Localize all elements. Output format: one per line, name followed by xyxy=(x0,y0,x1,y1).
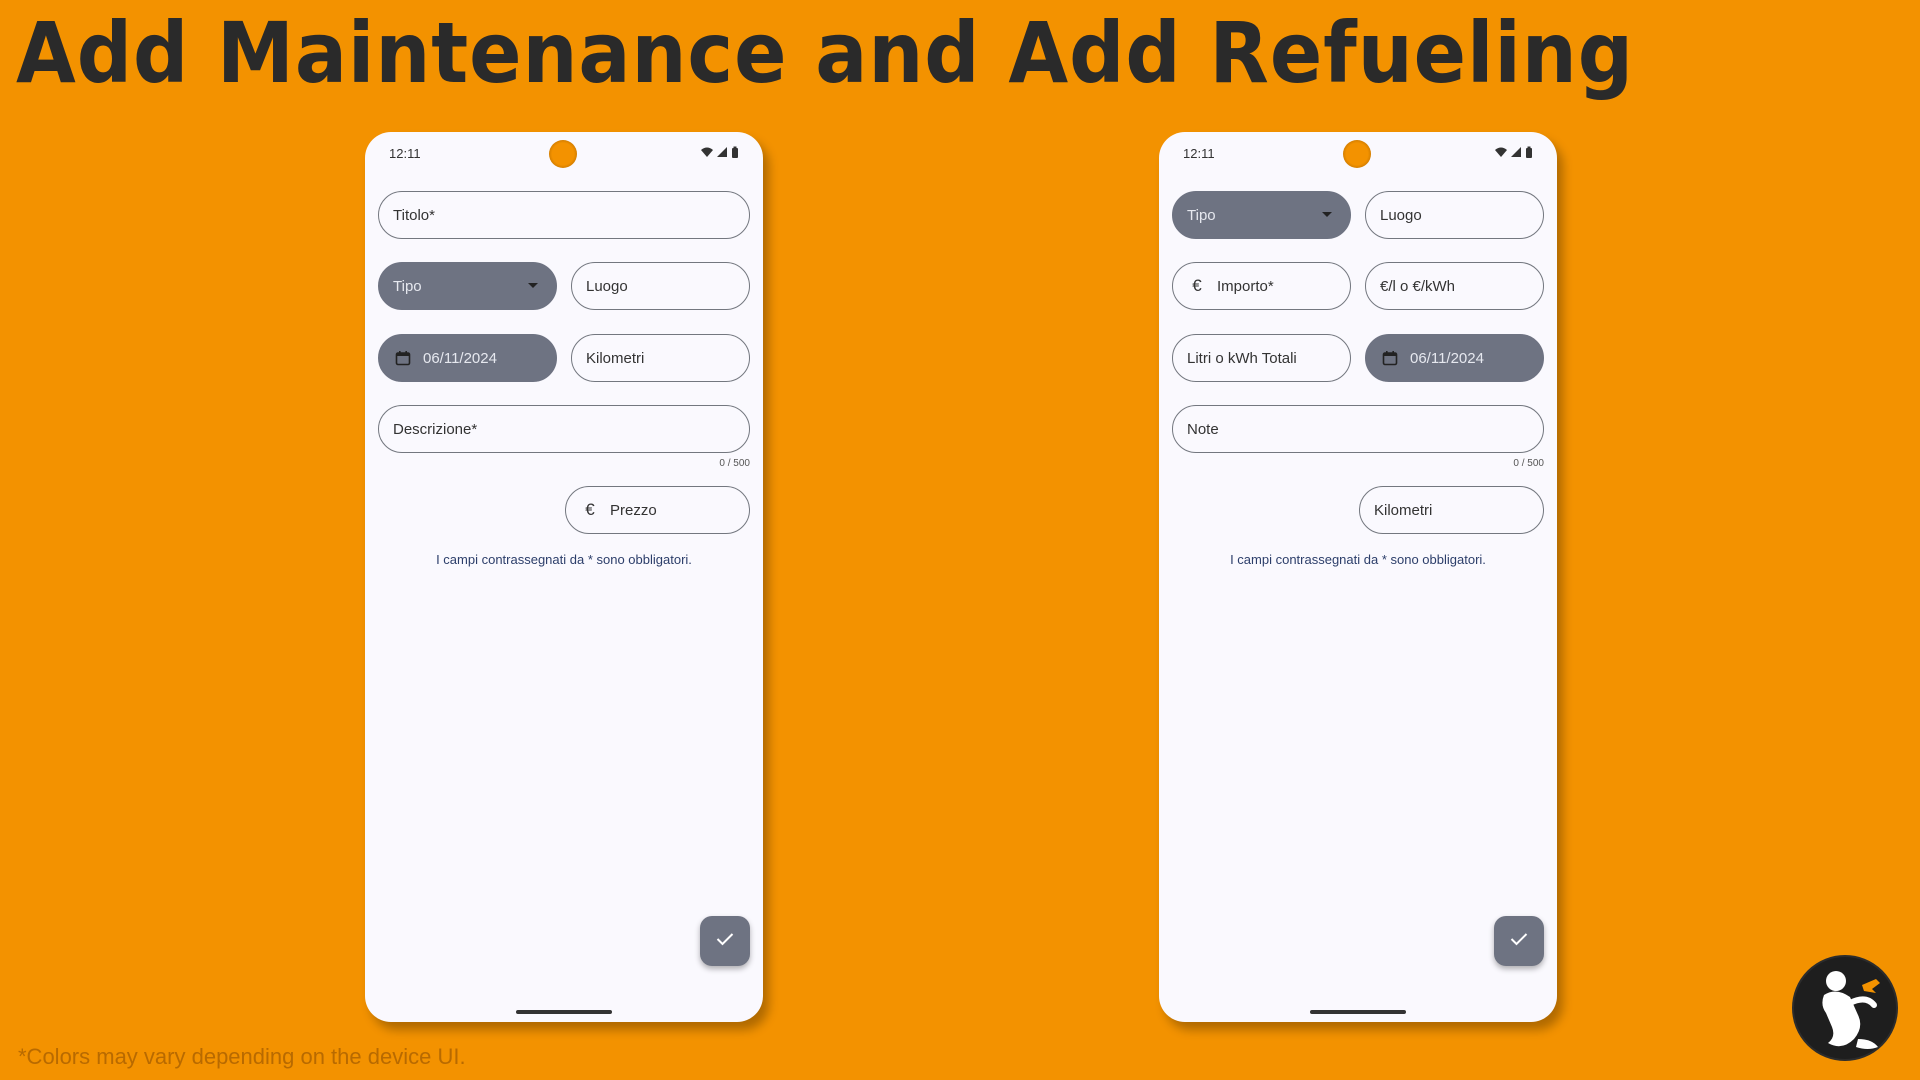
unit-price-field[interactable]: €/l o €/kWh xyxy=(1365,262,1544,310)
date-value: 06/11/2024 xyxy=(1410,349,1484,367)
descrizione-placeholder: Descrizione* xyxy=(393,420,478,438)
kilometri-field[interactable]: Kilometri xyxy=(1359,486,1544,534)
luogo-field[interactable]: Luogo xyxy=(571,262,750,310)
wifi-icon xyxy=(1495,145,1507,157)
note-placeholder: Note xyxy=(1187,420,1219,438)
kilometri-field[interactable]: Kilometri xyxy=(571,334,750,382)
luogo-field[interactable]: Luogo xyxy=(1365,191,1544,239)
titolo-placeholder: Titolo* xyxy=(393,206,435,224)
signal-icon xyxy=(716,145,728,157)
status-time: 12:11 xyxy=(1183,146,1215,161)
status-time: 12:11 xyxy=(389,146,421,161)
char-counter: 0 / 500 xyxy=(719,458,750,469)
battery-icon xyxy=(731,145,743,158)
page-title: Add Maintenance and Add Refueling xyxy=(16,4,1634,102)
tipo-label: Tipo xyxy=(1187,206,1216,224)
tipo-dropdown[interactable]: Tipo xyxy=(378,262,557,310)
char-counter: 0 / 500 xyxy=(1513,458,1544,469)
importo-placeholder: Importo* xyxy=(1217,277,1274,295)
check-icon xyxy=(1510,932,1528,951)
maintenance-phone: 12:11 Titolo* Tipo Luogo 06/11/2024 Kilo… xyxy=(365,132,763,1022)
check-icon xyxy=(716,932,734,951)
prezzo-field[interactable]: € Prezzo xyxy=(565,486,750,534)
wifi-icon xyxy=(701,145,713,157)
calendar-icon xyxy=(393,350,413,366)
tipo-label: Tipo xyxy=(393,277,422,295)
luogo-placeholder: Luogo xyxy=(586,277,628,295)
totale-placeholder: Litri o kWh Totali xyxy=(1187,349,1297,367)
kilometri-placeholder: Kilometri xyxy=(586,349,645,367)
euro-icon: € xyxy=(585,500,595,519)
status-icons xyxy=(701,145,743,158)
totale-field[interactable]: Litri o kWh Totali xyxy=(1172,334,1351,382)
home-indicator[interactable] xyxy=(1310,1010,1406,1014)
home-indicator[interactable] xyxy=(516,1010,612,1014)
save-button[interactable] xyxy=(700,916,750,966)
importo-field[interactable]: € Importo* xyxy=(1172,262,1351,310)
note-field[interactable]: Note xyxy=(1172,405,1544,453)
footnote: *Colors may vary depending on the device… xyxy=(18,1044,466,1069)
status-icons xyxy=(1495,145,1537,158)
refueling-phone: 12:11 Tipo Luogo € Importo* €/l o €/kWh … xyxy=(1159,132,1557,1022)
camera-cutout xyxy=(549,140,577,168)
descrizione-field[interactable]: Descrizione* xyxy=(378,405,750,453)
date-value: 06/11/2024 xyxy=(423,349,497,367)
battery-icon xyxy=(1525,145,1537,158)
dropdown-arrow-icon xyxy=(1322,212,1332,217)
date-picker-field[interactable]: 06/11/2024 xyxy=(1365,334,1544,382)
required-fields-hint: I campi contrassegnati da * sono obbliga… xyxy=(1230,552,1486,567)
kilometri-placeholder: Kilometri xyxy=(1374,501,1433,519)
save-button[interactable] xyxy=(1494,916,1544,966)
titolo-field[interactable]: Titolo* xyxy=(378,191,750,239)
tipo-dropdown[interactable]: Tipo xyxy=(1172,191,1351,239)
luogo-placeholder: Luogo xyxy=(1380,206,1422,224)
dropdown-arrow-icon xyxy=(528,283,538,288)
date-picker-field[interactable]: 06/11/2024 xyxy=(378,334,557,382)
calendar-icon xyxy=(1380,350,1400,366)
unit-price-placeholder: €/l o €/kWh xyxy=(1380,277,1456,295)
euro-icon: € xyxy=(1192,276,1202,295)
signal-icon xyxy=(1510,145,1522,157)
genie-logo-icon xyxy=(1792,955,1898,1061)
prezzo-placeholder: Prezzo xyxy=(610,501,657,519)
camera-cutout xyxy=(1343,140,1371,168)
required-fields-hint: I campi contrassegnati da * sono obbliga… xyxy=(436,552,692,567)
